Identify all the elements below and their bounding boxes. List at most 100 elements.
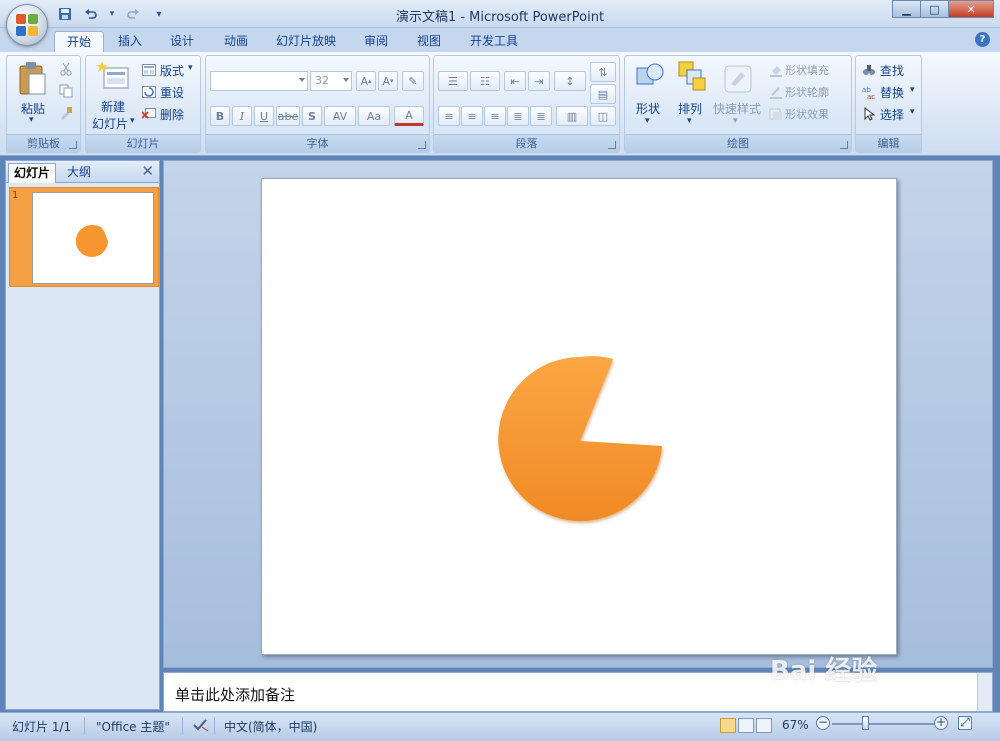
help-icon[interactable]: ? — [975, 32, 990, 47]
new-slide-dropdown-icon[interactable]: ▾ — [130, 116, 135, 126]
italic-button[interactable]: I — [232, 106, 252, 126]
change-case-button[interactable]: Aa — [358, 106, 390, 126]
format-painter-icon[interactable] — [59, 106, 73, 123]
notes-placeholder[interactable]: 单击此处添加备注 — [175, 684, 295, 705]
normal-view-button[interactable] — [720, 718, 736, 733]
shape-fill-icon[interactable] — [769, 63, 783, 80]
tab-review[interactable]: 审阅 — [352, 31, 400, 52]
tab-home[interactable]: 开始 — [54, 31, 105, 52]
find-icon[interactable] — [862, 63, 876, 80]
underline-button[interactable]: U — [254, 106, 274, 126]
new-slide-label-2[interactable]: 幻灯片 — [92, 115, 128, 132]
theme-name[interactable]: "Office 主题" — [96, 718, 170, 735]
cut-icon[interactable] — [59, 62, 73, 79]
text-shadow-button[interactable]: S — [302, 106, 322, 126]
shape-outline-button[interactable]: 形状轮廓 — [785, 84, 829, 100]
align-right-icon[interactable]: ≡ — [484, 106, 506, 126]
fit-to-window-icon[interactable]: ⤢ — [958, 716, 972, 730]
slide-thumbnail[interactable] — [32, 192, 154, 284]
font-color-button[interactable]: A — [394, 106, 424, 126]
shape-outline-icon[interactable] — [769, 85, 783, 102]
drawing-dialog-launcher[interactable] — [840, 141, 848, 149]
bold-button[interactable]: B — [210, 106, 230, 126]
minimize-button[interactable]: ▁ — [892, 0, 920, 18]
zoom-level[interactable]: 67% — [782, 718, 809, 732]
quick-styles-button[interactable]: 快速样式 — [713, 100, 761, 117]
delete-icon[interactable] — [141, 108, 156, 123]
replace-dropdown-icon[interactable]: ▾ — [910, 85, 915, 95]
numbering-icon[interactable]: ☷ — [470, 71, 500, 91]
tab-insert[interactable]: 插入 — [106, 31, 154, 52]
paste-dropdown[interactable]: ▾ — [29, 115, 34, 125]
paragraph-dialog-launcher[interactable] — [608, 141, 616, 149]
shape-fill-button[interactable]: 形状填充 — [785, 62, 829, 78]
new-slide-label[interactable]: 新建 — [101, 98, 125, 115]
zoom-slider-track[interactable] — [832, 723, 936, 725]
notes-scrollbar[interactable] — [977, 673, 992, 711]
reset-icon[interactable] — [142, 86, 156, 101]
tab-slide-show[interactable]: 幻灯片放映 — [264, 31, 348, 52]
arrange-dropdown-icon[interactable]: ▾ — [687, 116, 692, 126]
line-spacing-icon[interactable]: ↕ — [554, 71, 586, 91]
layout-dropdown-icon[interactable]: ▾ — [188, 63, 193, 73]
select-cursor-icon[interactable] — [864, 106, 876, 124]
shrink-font-button[interactable]: A ▾ — [378, 71, 398, 91]
justify-icon[interactable]: ≣ — [507, 106, 529, 126]
tab-slides[interactable]: 幻灯片 — [8, 163, 57, 183]
quick-styles-icon[interactable] — [723, 64, 753, 97]
shapes-dropdown-icon[interactable]: ▾ — [645, 116, 650, 126]
arrange-button[interactable]: 排列 — [678, 100, 702, 117]
pie-shape[interactable] — [498, 356, 662, 521]
layout-icon[interactable] — [142, 64, 156, 79]
tab-animations[interactable]: 动画 — [212, 31, 260, 52]
slide-canvas[interactable] — [261, 178, 897, 655]
layout-button[interactable]: 版式 — [160, 62, 184, 79]
zoom-out-button[interactable]: − — [816, 716, 830, 730]
distributed-icon[interactable]: ≣ — [530, 106, 552, 126]
increase-indent-icon[interactable]: ⇥ — [528, 71, 550, 91]
clear-format-icon[interactable]: ✎ — [402, 71, 424, 91]
maximize-button[interactable]: □ — [920, 0, 948, 18]
quick-styles-dropdown-icon[interactable]: ▾ — [733, 116, 738, 126]
select-dropdown-icon[interactable]: ▾ — [910, 107, 915, 117]
arrange-icon[interactable] — [677, 60, 707, 95]
tab-outline[interactable]: 大纲 — [62, 163, 96, 183]
tab-design[interactable]: 设计 — [158, 31, 206, 52]
align-text-icon[interactable]: ▤ — [590, 84, 616, 104]
new-slide-icon[interactable] — [96, 60, 130, 97]
replace-icon[interactable]: ab ac — [862, 85, 878, 102]
language-indicator[interactable]: 中文(简体，中国) — [224, 718, 317, 735]
select-button[interactable]: 选择 — [880, 106, 904, 123]
align-left-icon[interactable]: ≡ — [438, 106, 460, 126]
slide-sorter-view-button[interactable] — [738, 718, 754, 733]
font-name-combo[interactable] — [210, 71, 308, 91]
tab-developer[interactable]: 开发工具 — [458, 31, 530, 52]
zoom-in-button[interactable]: + — [934, 716, 948, 730]
clipboard-dialog-launcher[interactable] — [69, 141, 77, 149]
align-center-icon[interactable]: ≡ — [461, 106, 483, 126]
strikethrough-button[interactable]: abe — [276, 106, 300, 126]
shapes-button[interactable]: 形状 — [636, 100, 660, 117]
copy-icon[interactable] — [59, 84, 73, 101]
shape-effects-icon[interactable] — [769, 107, 783, 124]
replace-button[interactable]: 替换 — [880, 84, 904, 101]
close-button[interactable]: ✕ — [948, 0, 994, 18]
character-spacing-button[interactable]: AV — [324, 106, 356, 126]
grow-font-button[interactable]: A ▴ — [356, 71, 376, 91]
shapes-icon[interactable] — [635, 60, 665, 95]
tab-view[interactable]: 视图 — [405, 31, 453, 52]
shape-effects-button[interactable]: 形状效果 — [785, 106, 829, 122]
bullets-icon[interactable]: ☰ — [438, 71, 468, 91]
find-button[interactable]: 查找 — [880, 62, 904, 79]
spell-check-icon[interactable] — [192, 718, 210, 735]
office-button[interactable] — [6, 4, 48, 46]
columns-icon[interactable]: ▥ — [556, 106, 588, 126]
delete-button[interactable]: 删除 — [160, 106, 184, 123]
close-icon[interactable]: ✕ — [141, 162, 154, 180]
font-dialog-launcher[interactable] — [418, 141, 426, 149]
zoom-slider-thumb[interactable] — [862, 716, 869, 730]
text-direction-icon[interactable]: ⇅ — [590, 62, 616, 82]
smartart-icon[interactable]: ◫ — [590, 106, 616, 126]
paste-icon[interactable] — [17, 60, 47, 99]
decrease-indent-icon[interactable]: ⇤ — [504, 71, 526, 91]
